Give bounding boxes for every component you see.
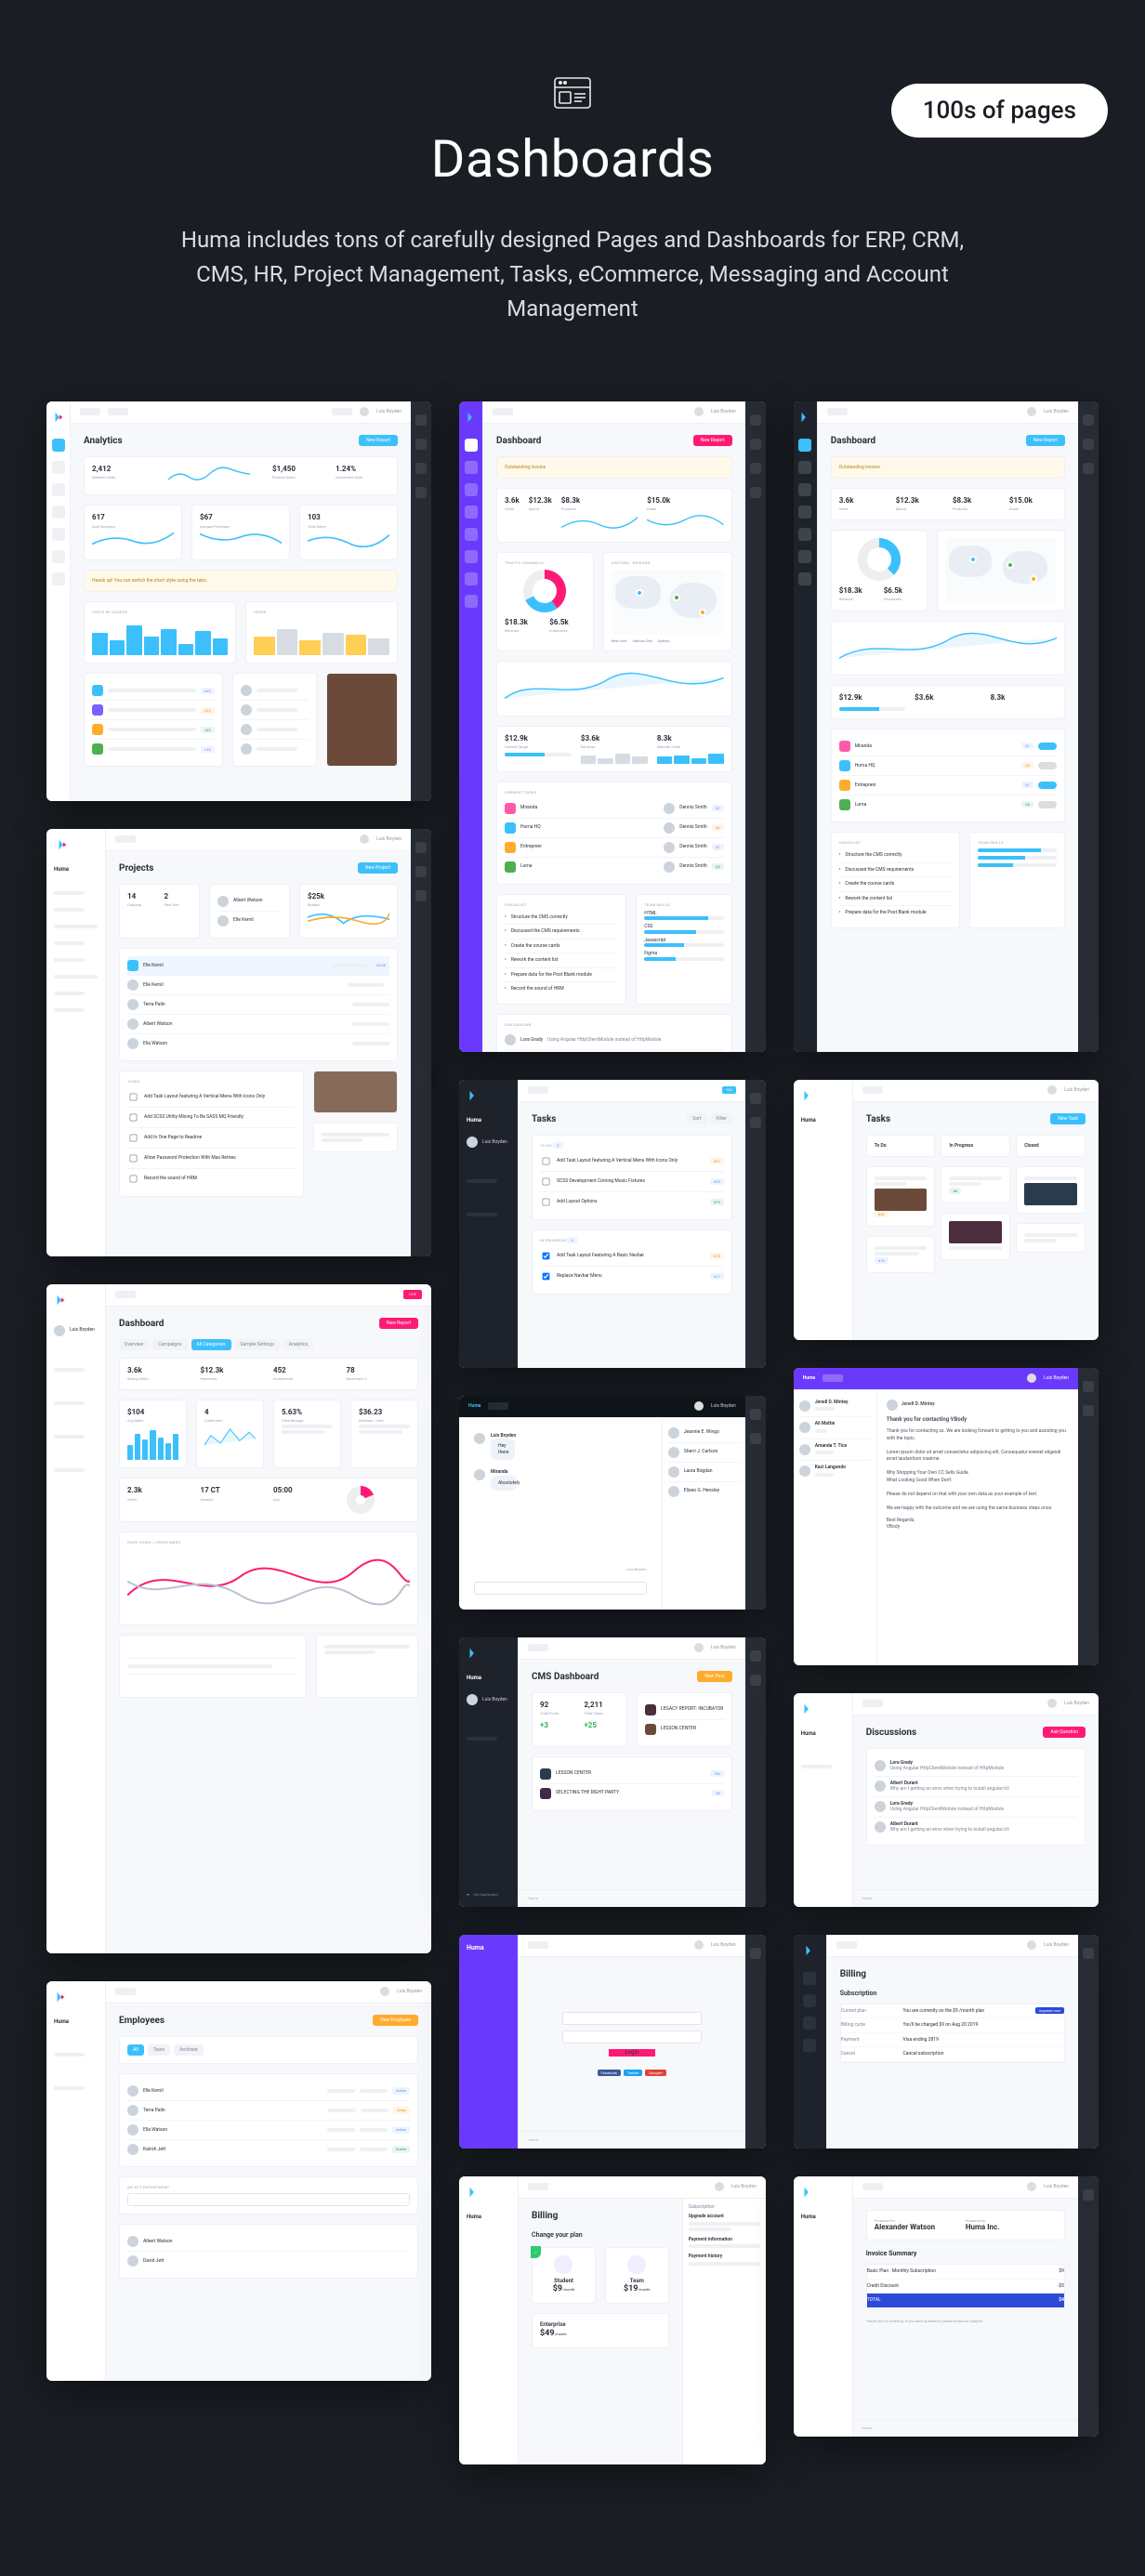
right-drawer[interactable] bbox=[411, 401, 431, 801]
alert-banner: Outstanding invoice bbox=[496, 456, 732, 480]
shot-inbox: HumaLuis Boyden Jenell D. Mintey Ali Mat… bbox=[794, 1368, 1099, 1665]
new-report-button[interactable]: New Report bbox=[693, 435, 732, 447]
upgrade-button[interactable]: Upgrade now bbox=[1035, 2007, 1064, 2014]
page-heading: Projects bbox=[119, 862, 153, 874]
login-button[interactable]: Login bbox=[609, 2049, 655, 2057]
shot-enterprise: Luis Boyden LIVE DashboardNew Report Ove… bbox=[46, 1284, 431, 1953]
shot-dashboard-dark: Luis Boyden DashboardNew Report Outstand… bbox=[794, 401, 1099, 1052]
shot-billing: Luis Boyden Billing Subscription Current… bbox=[794, 1935, 1099, 2149]
ask-button[interactable]: Ask Question bbox=[1043, 1727, 1086, 1739]
shot-tasks-board: Huma Luis Boyden TasksNew Task To Do #32… bbox=[794, 1080, 1099, 1340]
google-button[interactable]: Google+ bbox=[645, 2070, 666, 2076]
nav-item[interactable] bbox=[80, 408, 100, 415]
page-subtitle: Huma includes tons of carefully designed… bbox=[164, 223, 981, 327]
new-button[interactable]: New Employee bbox=[373, 2015, 418, 2027]
screenshot-gallery: Luis Boyden Analytics New Report 2,412We… bbox=[46, 401, 1099, 2464]
count-pill: 100s of pages bbox=[891, 84, 1108, 138]
password-input[interactable] bbox=[562, 2031, 702, 2044]
page-heading: Analytics bbox=[84, 435, 123, 447]
tab-bar[interactable]: Overview Campaigns All Categories Sample… bbox=[119, 1339, 418, 1351]
shot-chat: HumaLuis Boyden Luis BoydenHey there Mir… bbox=[459, 1396, 766, 1610]
avatar[interactable] bbox=[360, 407, 369, 416]
shot-cms: Huma Luis Boyden ⬅Old Dashboard Luis Boy… bbox=[459, 1637, 766, 1907]
new-report-button[interactable]: New Report bbox=[359, 435, 398, 447]
shot-projects: Huma Luis Boyden Projects New Project bbox=[46, 829, 431, 1256]
shot-invoice: Huma Luis Boyden Prepared for:Alexander … bbox=[794, 2176, 1099, 2437]
message-input[interactable] bbox=[474, 1582, 647, 1595]
shot-tasks: Huma Luis Boyden 102 TasksSortFilter To … bbox=[459, 1080, 766, 1368]
map bbox=[612, 570, 724, 635]
sidebar[interactable]: Huma bbox=[46, 829, 106, 1256]
email-input[interactable] bbox=[562, 2012, 702, 2025]
new-post-button[interactable]: New Post bbox=[697, 1671, 731, 1683]
new-report-button[interactable]: New Report bbox=[379, 1318, 418, 1330]
hero: Dashboards 100s of pages Huma includes t… bbox=[46, 74, 1099, 327]
facebook-button[interactable]: Facebook bbox=[598, 2070, 621, 2076]
topbar: Luis Boyden bbox=[71, 401, 411, 424]
twitter-button[interactable]: Twitter bbox=[624, 2070, 642, 2076]
shot-dashboard-purple: Luis Boyden DashboardNew Report Outstand… bbox=[459, 401, 766, 1052]
logo-icon[interactable] bbox=[52, 411, 65, 424]
select-field[interactable] bbox=[127, 2193, 410, 2206]
shot-billing-plan: Huma Luis Boyden Billing Change your pla… bbox=[459, 2176, 766, 2464]
sidebar[interactable] bbox=[46, 401, 71, 801]
donut-chart bbox=[523, 570, 566, 612]
shot-login: Huma Luis Boyden Login Facebook Twitter … bbox=[459, 1935, 766, 2149]
shot-analytics: Luis Boyden Analytics New Report 2,412We… bbox=[46, 401, 431, 801]
alert-banner: Heads up! You can switch the chart style… bbox=[84, 570, 398, 593]
new-project-button[interactable]: New Project bbox=[358, 862, 398, 874]
dashboard-icon bbox=[552, 74, 593, 112]
shot-discussions: Huma Luis Boyden DiscussionsAsk Question… bbox=[794, 1693, 1099, 1907]
shot-employees: Huma Luis Boyden EmployeesNew Employee A… bbox=[46, 1981, 431, 2381]
